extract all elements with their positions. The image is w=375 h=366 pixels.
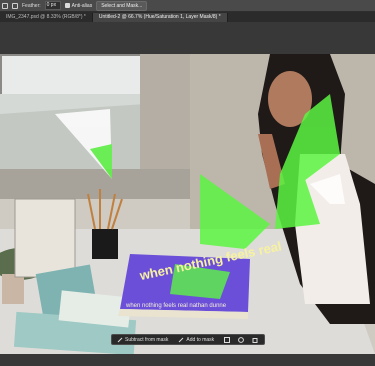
mask-options-button[interactable] <box>221 336 233 344</box>
book-spine-text: when nothing feels real nathan dunne <box>125 303 227 309</box>
feather-label: Feather: <box>22 2 41 9</box>
subtract-from-mask-label: Subtract from mask <box>125 336 169 343</box>
brush-minus-icon <box>117 337 123 342</box>
invert-icon <box>238 336 245 343</box>
contextual-task-bar: Subtract from mask Add to mask ··· <box>111 334 271 345</box>
subtract-from-mask-button[interactable]: Subtract from mask <box>114 336 171 344</box>
add-to-mask-button[interactable]: Add to mask <box>175 336 217 344</box>
more-options-button[interactable]: ··· <box>263 336 274 344</box>
tab-img-2347[interactable]: IMG_2347.psd @ 8.33% (RGB/8*) * <box>0 13 93 22</box>
brush-plus-icon <box>179 337 184 342</box>
select-and-mask-button[interactable]: Select and Mask... <box>96 0 148 11</box>
selection-mode-icon[interactable] <box>12 2 18 9</box>
document-tab-bar: IMG_2347.psd @ 8.33% (RGB/8*) * Untitled… <box>0 12 375 22</box>
canvas-area[interactable]: when nothing feels real when nothing fee… <box>0 22 375 366</box>
pencil-cup <box>92 229 118 259</box>
document-canvas[interactable]: when nothing feels real when nothing fee… <box>0 54 375 354</box>
photo-canvas: when nothing feels real when nothing fee… <box>0 54 375 354</box>
delete-mask-button[interactable] <box>249 336 261 344</box>
tab-untitled-2[interactable]: Untitled-2 @ 66.7% (Hue/Saturation 1, La… <box>92 13 228 22</box>
notebook <box>14 198 76 278</box>
invert-mask-button[interactable] <box>235 336 247 344</box>
trash-icon <box>252 337 258 343</box>
options-bar: Feather: 0 px Anti-alias Select and Mask… <box>0 0 375 12</box>
mask-icon <box>224 336 231 343</box>
feather-input[interactable]: 0 px <box>44 1 61 10</box>
add-to-mask-label: Add to mask <box>186 336 215 343</box>
antialias-label: Anti-alias <box>71 2 93 9</box>
checkbox-checked-icon <box>64 3 70 8</box>
lasso-tool-icon[interactable] <box>2 2 8 9</box>
antialias-checkbox[interactable]: Anti-alias <box>64 2 93 9</box>
